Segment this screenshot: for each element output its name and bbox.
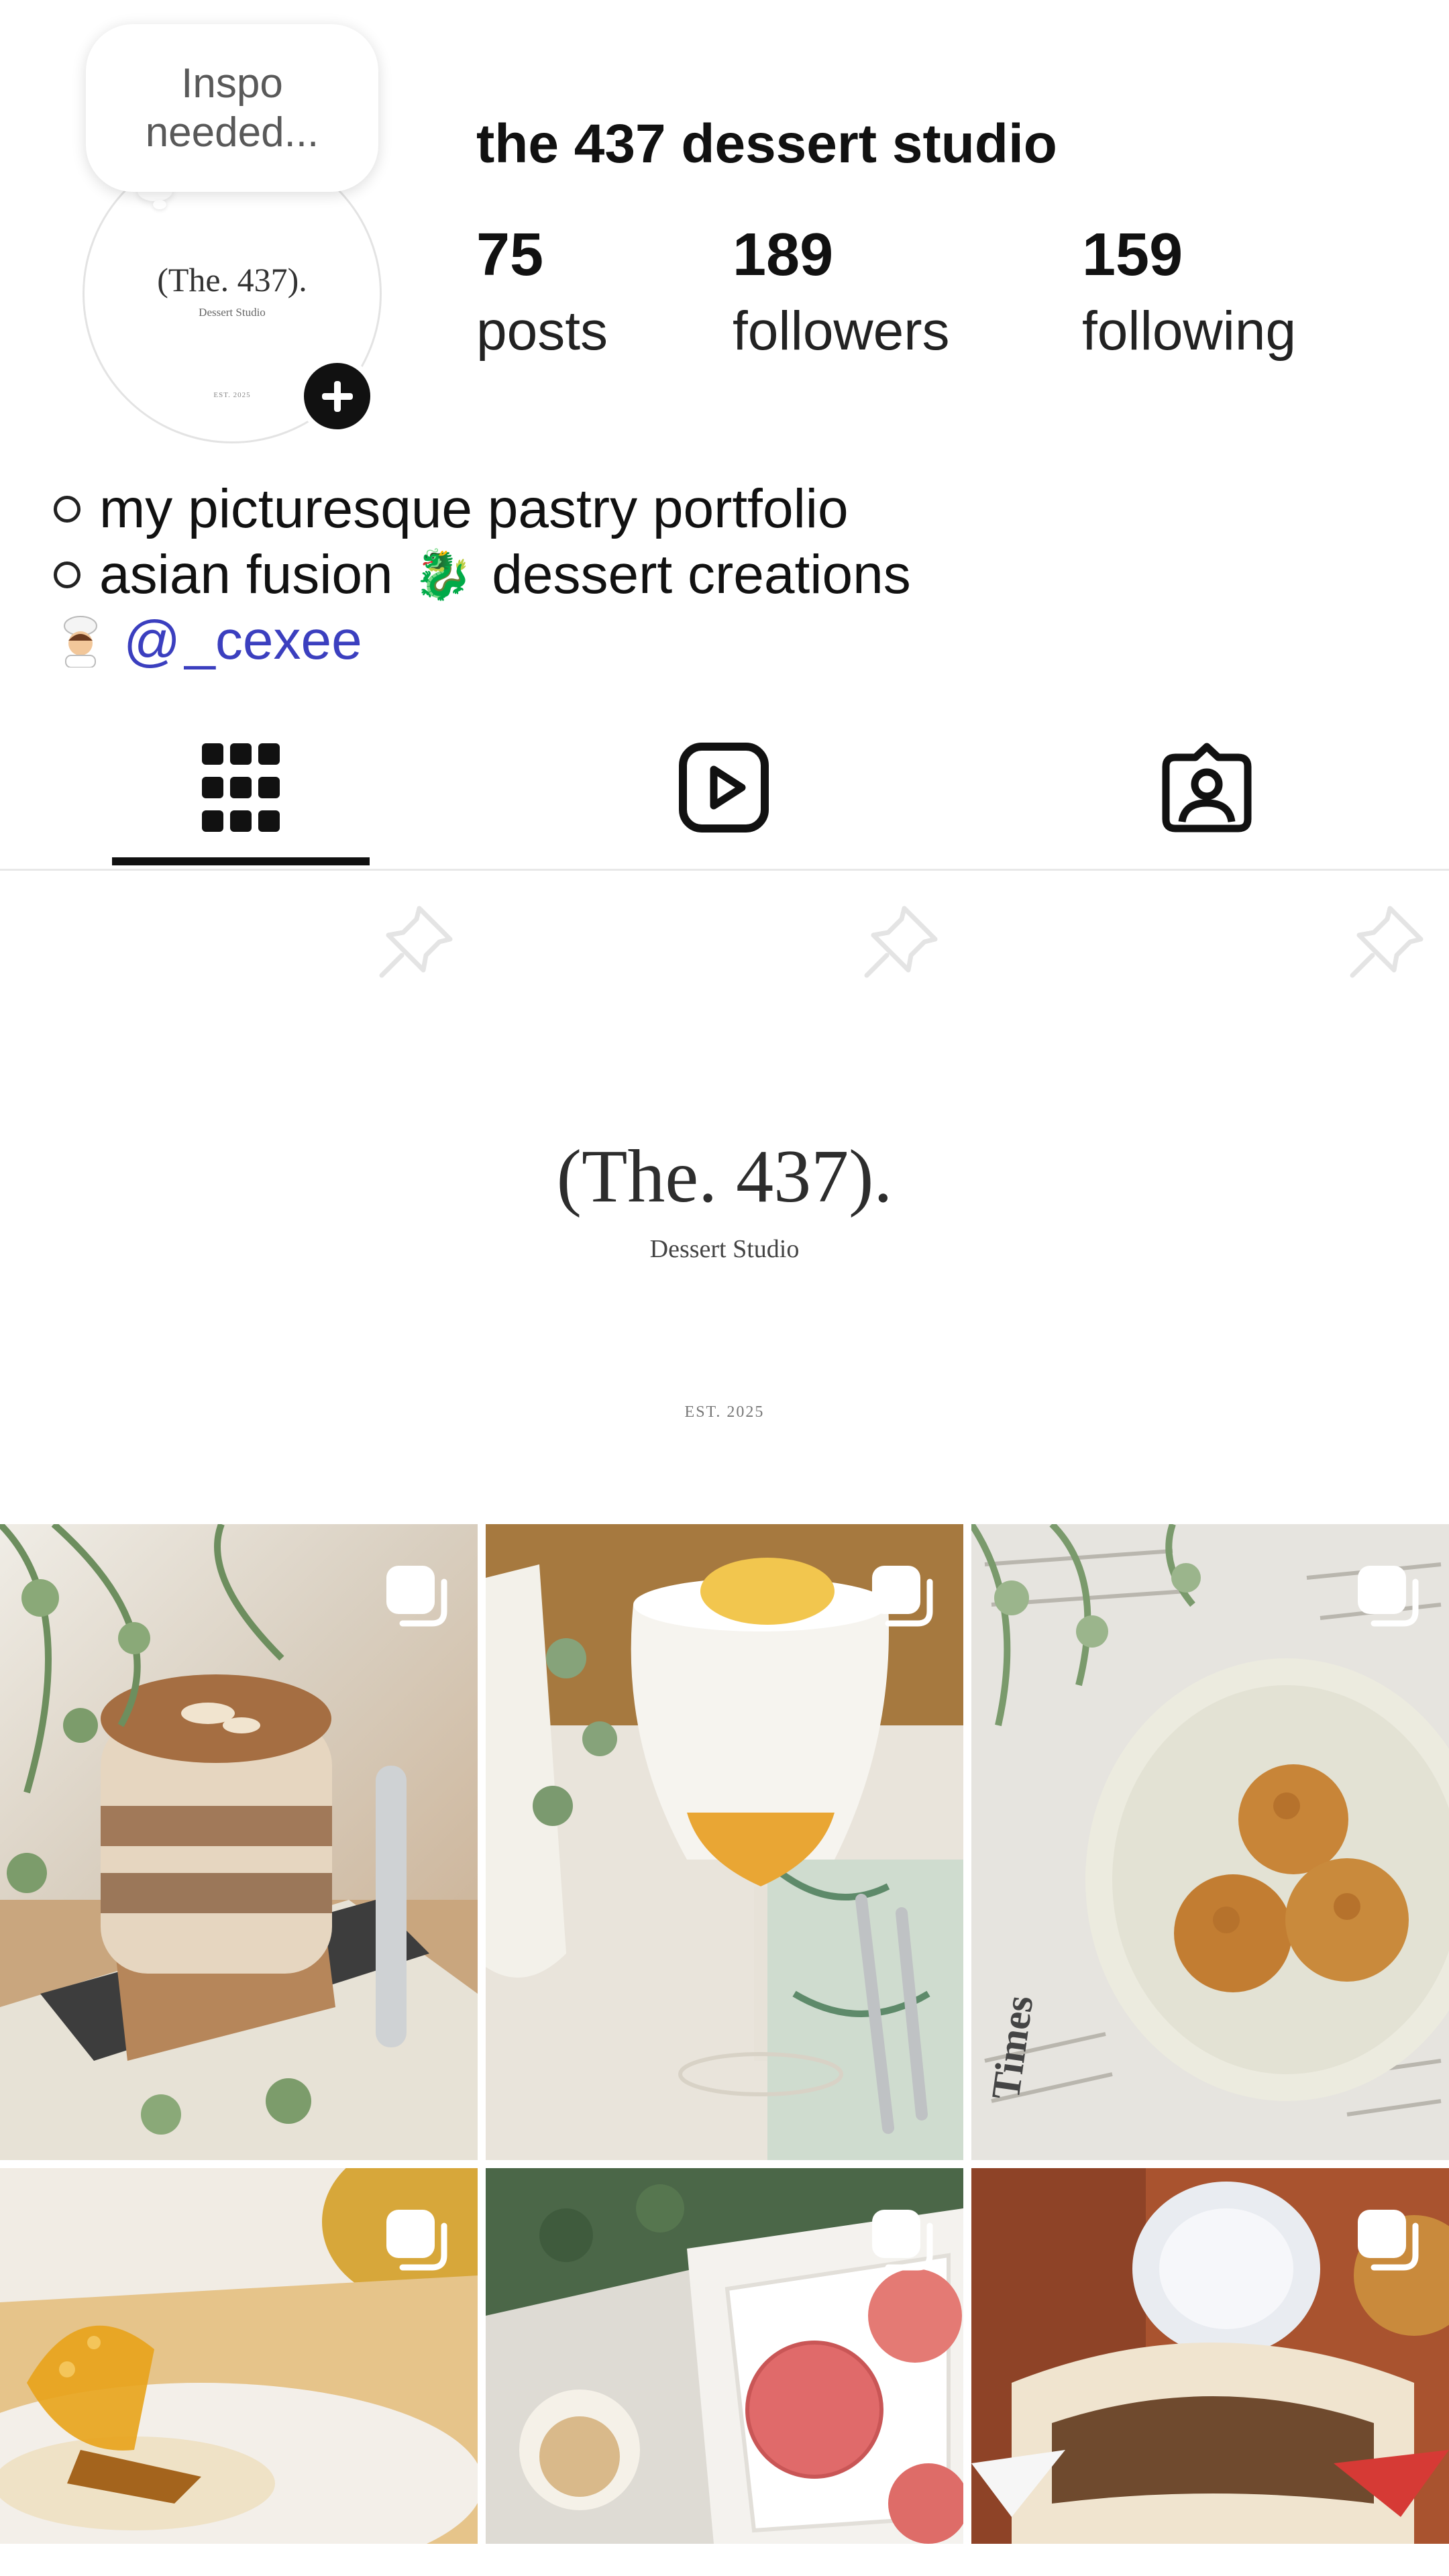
bio-line-3: @ _cexee xyxy=(54,608,911,674)
bullet-circle-icon xyxy=(54,561,80,588)
pinned-banner-title[interactable]: (The. 437). xyxy=(0,1134,1449,1220)
threads-icon: @ xyxy=(123,609,181,672)
profile-name: the 437 dessert studio xyxy=(476,113,1057,174)
stat-followers-label: followers xyxy=(733,301,950,362)
add-story-button[interactable] xyxy=(299,358,376,435)
stat-following[interactable]: 159 following xyxy=(1082,221,1296,365)
bio-line-1: my picturesque pastry portfolio xyxy=(54,476,911,542)
grid-icon xyxy=(202,743,280,832)
stat-followers-count: 189 xyxy=(733,221,834,288)
reels-icon xyxy=(679,743,769,833)
chef-emoji-icon xyxy=(54,614,107,668)
active-tab-indicator xyxy=(112,857,370,865)
profile-note-text: Inspo needed... xyxy=(145,60,319,156)
pinned-banner-est: EST. 2025 xyxy=(684,1403,765,1421)
stat-posts[interactable]: 75 posts xyxy=(476,221,608,365)
stat-following-count: 159 xyxy=(1082,221,1183,288)
bio-line-1-text: my picturesque pastry portfolio xyxy=(99,478,849,539)
profile-bio: my picturesque pastry portfolio asian fu… xyxy=(54,476,911,674)
pinned-banner-subtitle: Dessert Studio xyxy=(649,1235,800,1263)
multiple-photos-icon xyxy=(1358,2210,1419,2271)
post-thumbnail[interactable] xyxy=(486,2168,963,2544)
avatar-logo-title: (The. 437). xyxy=(157,261,307,299)
tab-tagged[interactable] xyxy=(1078,704,1336,871)
bio-line-2-text-b: dessert creations xyxy=(492,544,911,605)
stat-followers[interactable]: 189 followers xyxy=(733,221,950,365)
bio-line-2-text-a: asian fusion xyxy=(99,544,393,605)
profile-note-bubble[interactable]: Inspo needed... xyxy=(86,24,378,192)
post-thumbnail[interactable] xyxy=(0,2168,478,2544)
avatar-logo-subtitle: Dessert Studio xyxy=(199,306,266,319)
profile-tabs xyxy=(0,704,1449,871)
stat-posts-label: posts xyxy=(476,301,608,362)
threads-handle: _cexee xyxy=(184,610,362,671)
post-thumbnail[interactable]: Times xyxy=(971,1524,1449,2160)
bio-line-2: asian fusion 🐉 dessert creations xyxy=(54,542,911,608)
multiple-photos-icon xyxy=(872,2210,933,2271)
post-thumbnail[interactable] xyxy=(971,2168,1449,2544)
pin-icon xyxy=(1343,899,1430,986)
pin-icon xyxy=(857,899,945,986)
post-thumbnail[interactable] xyxy=(0,1524,478,2160)
stat-posts-count: 75 xyxy=(476,221,544,288)
multiple-photos-icon xyxy=(1358,1566,1419,1627)
multiple-photos-icon xyxy=(872,1566,933,1627)
tab-reels[interactable] xyxy=(595,704,853,871)
stat-following-label: following xyxy=(1082,301,1297,362)
tagged-icon xyxy=(1162,743,1252,833)
plus-icon xyxy=(321,380,353,412)
note-bubble-tail-dot xyxy=(153,200,166,209)
pin-icon xyxy=(372,899,460,986)
bullet-circle-icon xyxy=(54,496,80,523)
multiple-photos-icon xyxy=(386,1566,447,1627)
tab-posts-grid[interactable] xyxy=(112,704,370,871)
dragon-emoji-icon: 🐉 xyxy=(413,548,474,602)
threads-link[interactable]: @ _cexee xyxy=(123,608,362,674)
multiple-photos-icon xyxy=(386,2210,447,2271)
post-thumbnail[interactable] xyxy=(486,1524,963,2160)
